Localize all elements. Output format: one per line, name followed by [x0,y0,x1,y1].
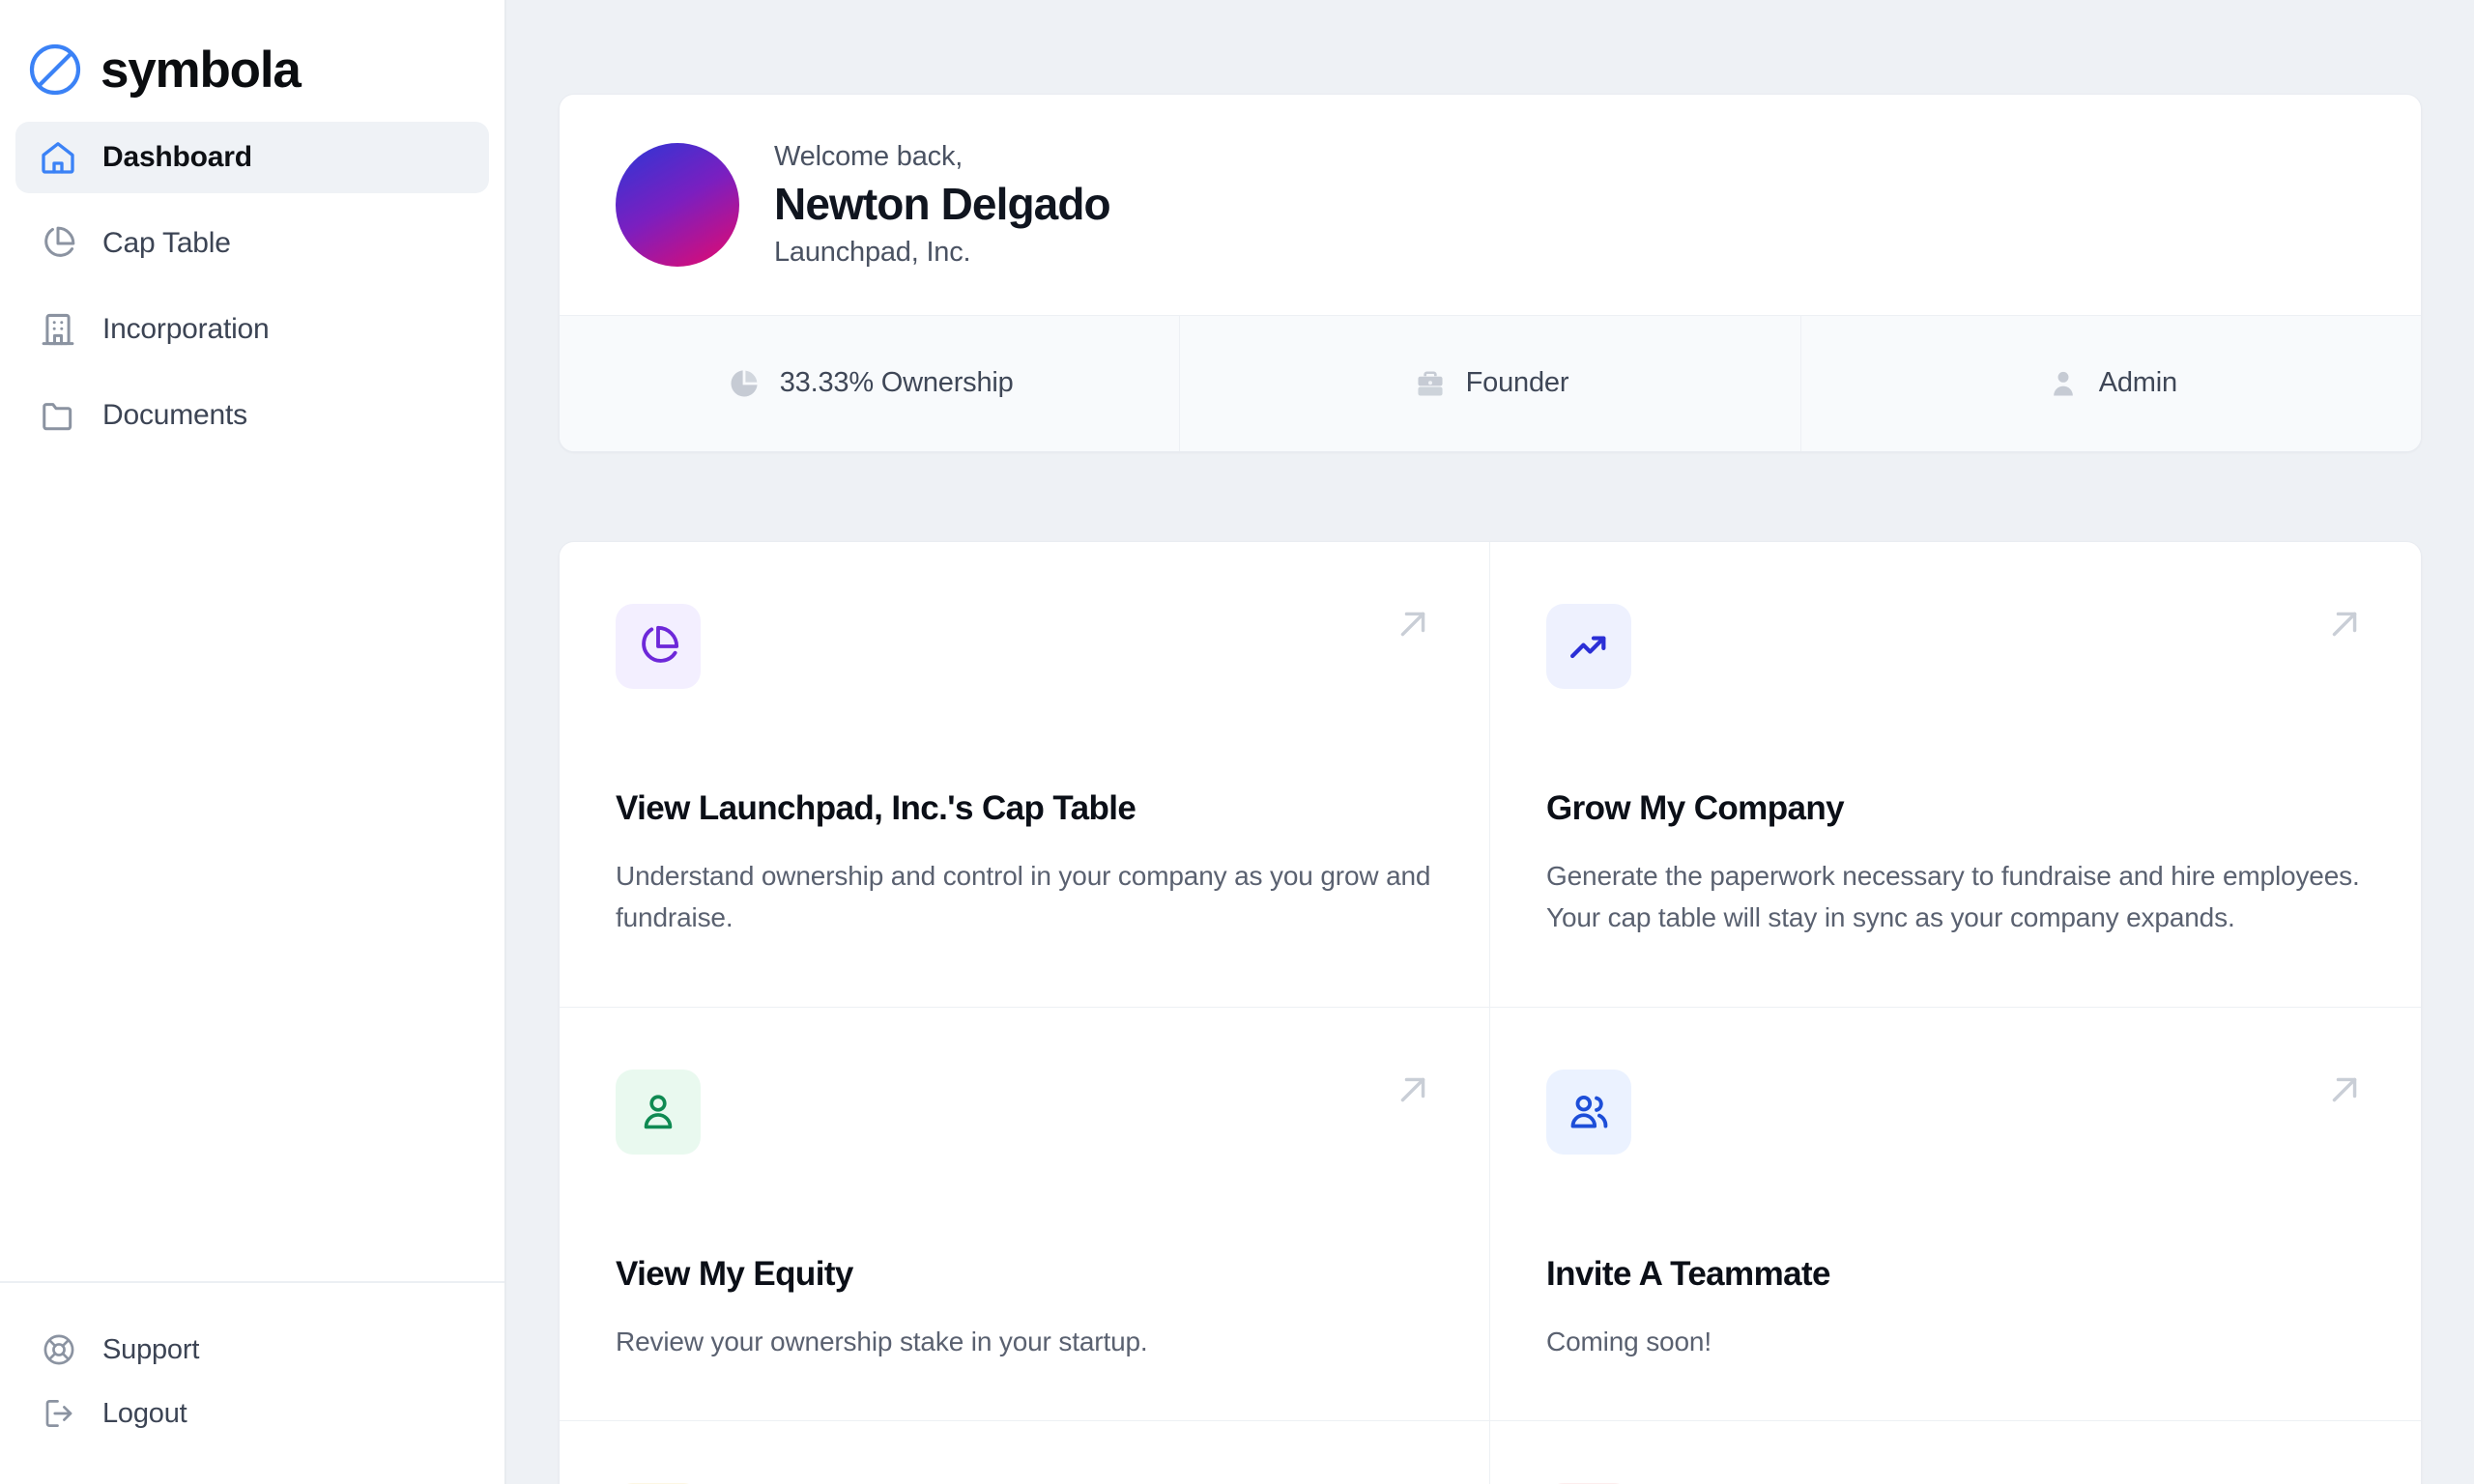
arrow-up-right-icon [1400,1077,1425,1101]
main-content: Welcome back, Newton Delgado Launchpad, … [506,0,2474,1484]
pie-chart-icon [39,224,77,263]
pie-chart-icon [642,625,679,663]
building-icon [39,310,77,349]
stats-row: 33.33% Ownership Founder Admin [560,314,2421,451]
quick-actions-grid: View Launchpad, Inc.'s Cap Table Underst… [560,541,2421,1484]
sidebar-footer-label: Support [102,1333,200,1365]
sidebar-item-support[interactable]: Support [15,1318,489,1382]
action-tile-learn[interactable] [1490,1421,2421,1484]
sidebar-item-logout[interactable]: Logout [15,1382,489,1445]
symbola-slashed-circle-icon [29,43,81,96]
company-name: Launchpad, Inc. [774,236,971,268]
home-icon [39,138,77,177]
stat-label: 33.33% Ownership [779,367,1014,398]
sidebar-item-label: Dashboard [102,141,252,173]
arrow-up-right-icon [2332,612,2357,636]
tile-title: Invite A Teammate [1546,1254,1830,1293]
avatar [616,142,739,267]
welcome-card: Welcome back, Newton Delgado Launchpad, … [559,94,2422,452]
tile-description: Generate the paperwork necessary to fund… [1546,860,2360,932]
user-icon [644,1094,673,1128]
sidebar-item-label: Incorporation [102,313,270,345]
tile-title: View My Equity [616,1254,853,1293]
stat-role: Founder [1180,315,1801,451]
tile-description: Coming soon! [1546,1326,1712,1356]
sidebar-item-label: Cap Table [102,227,231,259]
folder-icon [39,396,77,435]
users-icon [1570,1095,1608,1127]
action-tile-invite-teammate[interactable]: Invite A Teammate Coming soon! [1490,1008,2421,1421]
tile-title: View Launchpad, Inc.'s Cap Table [616,788,1136,827]
sidebar-item-incorporation[interactable]: Incorporation [15,294,489,365]
arrow-up-right-icon [1400,612,1425,636]
life-buoy-icon [41,1331,77,1368]
stat-ownership: 33.33% Ownership [560,315,1181,451]
stat-label: Founder [1465,367,1569,398]
primary-nav: Dashboard Cap Table Incorporation Docume… [0,114,504,466]
trending-up-icon [1570,635,1606,658]
sidebar-item-dashboard[interactable]: Dashboard [15,122,489,193]
action-tile-cap-table[interactable]: View Launchpad, Inc.'s Cap Table Underst… [560,541,1490,1008]
tile-icon-container [1546,603,1631,689]
sidebar-footer-label: Logout [102,1397,187,1429]
sidebar-item-documents[interactable]: Documents [15,380,489,451]
app-root: symbola Dashboard Cap Table Incorporatio… [0,0,2474,1484]
sidebar-item-cap-table[interactable]: Cap Table [15,208,489,279]
action-tile-grow-company[interactable]: Grow My Company Generate the paperwork n… [1490,542,2421,1008]
sidebar-footer-nav: Support Logout [0,1283,504,1484]
welcome-text: Welcome back, Newton Delgado Launchpad, … [774,141,1111,269]
pie-chart-icon [726,365,762,402]
briefcase-icon [1412,365,1449,402]
action-tile-chat[interactable] [560,1420,1490,1484]
sidebar: symbola Dashboard Cap Table Incorporatio… [0,0,506,1484]
welcome-greeting: Welcome back, [774,141,964,172]
tile-icon-container [616,1069,701,1155]
tile-icon-container [616,603,701,689]
brand-logo[interactable]: symbola [0,0,504,114]
action-tile-my-equity[interactable]: View My Equity Review your ownership sta… [560,1007,1490,1421]
quick-actions-card: View Launchpad, Inc.'s Cap Table Underst… [559,540,2422,1484]
user-icon [2045,365,2082,402]
tile-description: Review your ownership stake in your star… [616,1326,1148,1356]
stat-permission: Admin [1801,316,2421,451]
tile-title: Grow My Company [1546,788,1845,827]
logout-icon [41,1395,77,1432]
tile-description: Understand ownership and control in your… [616,860,1431,932]
welcome-header: Welcome back, Newton Delgado Launchpad, … [560,95,2421,315]
stat-label: Admin [2098,367,2177,398]
sidebar-item-label: Documents [102,399,247,431]
user-name: Newton Delgado [774,179,1111,229]
tile-icon-container [1546,1069,1631,1155]
brand-name: symbola [101,41,302,99]
arrow-up-right-icon [2332,1077,2357,1101]
